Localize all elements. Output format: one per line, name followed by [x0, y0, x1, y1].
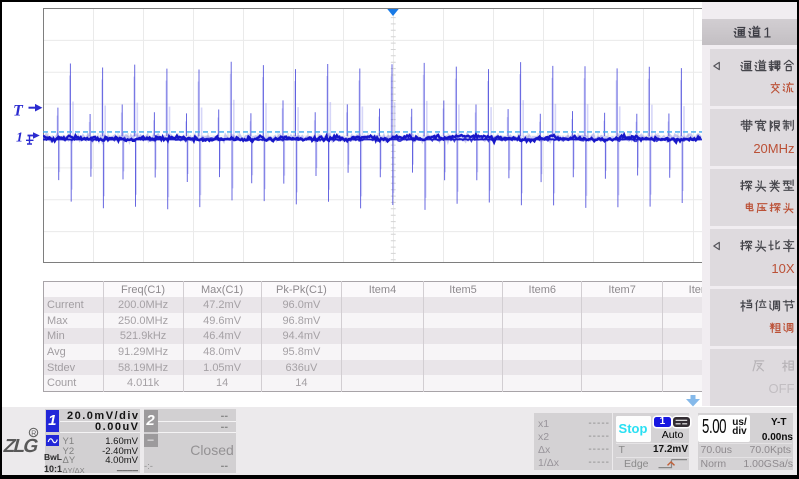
- svg-text:OFF: OFF: [769, 381, 795, 396]
- svg-text:T: T: [13, 103, 24, 120]
- svg-text:10X: 10X: [771, 261, 794, 276]
- svg-text:R: R: [31, 430, 36, 437]
- svg-text:20MHz: 20MHz: [753, 141, 794, 156]
- svg-text:1: 1: [16, 131, 23, 146]
- svg-text:ZLG: ZLG: [3, 436, 40, 456]
- svg-text:1: 1: [763, 26, 771, 42]
